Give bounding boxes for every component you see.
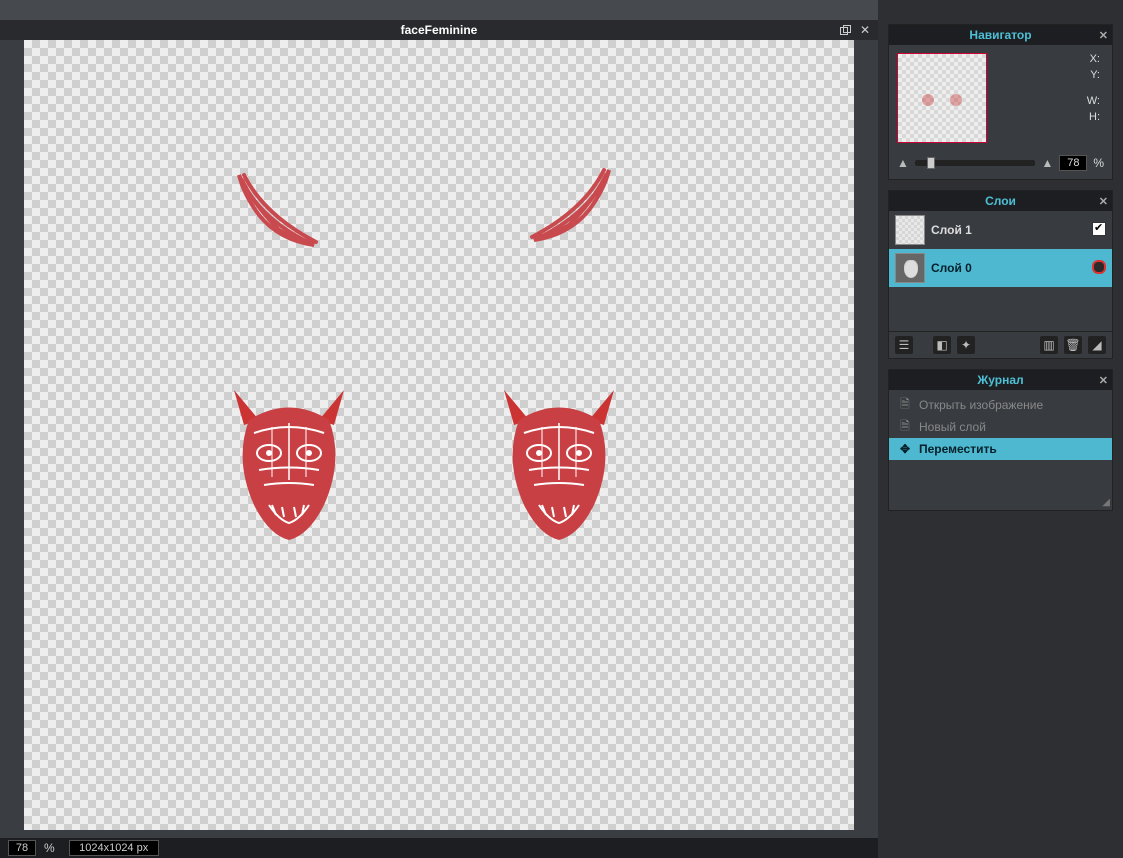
history-newlayer-icon: 🗎 bbox=[897, 420, 913, 434]
main-area: faceFeminine ✕ bbox=[0, 0, 878, 858]
navigator-zoom-value[interactable]: 78 bbox=[1059, 155, 1087, 171]
delete-layer-icon[interactable]: 🗑 bbox=[1064, 336, 1082, 354]
navigator-panel: Навигатор ✕ X: Y: W: H: ▲ ▲ 78 % bbox=[888, 24, 1113, 180]
zoom-in-icon[interactable]: ▲ bbox=[1041, 156, 1053, 170]
history-item-label: Переместить bbox=[919, 442, 997, 456]
document-titlebar: faceFeminine ✕ bbox=[0, 20, 878, 40]
artwork-mask-right bbox=[494, 385, 624, 545]
navigator-h-label: H: bbox=[993, 111, 1104, 123]
history-row[interactable]: ✥ Переместить bbox=[889, 438, 1112, 460]
history-row[interactable]: 🗎 Открыть изображение bbox=[889, 394, 1112, 416]
layer-thumbnail[interactable] bbox=[895, 253, 925, 283]
navigator-title: Навигатор bbox=[969, 28, 1031, 42]
layers-title: Слои bbox=[985, 194, 1016, 208]
history-item-label: Новый слой bbox=[919, 420, 986, 434]
layer-name-label: Слой 1 bbox=[931, 223, 1086, 237]
layer-visibility-toggle[interactable] bbox=[1092, 260, 1106, 277]
history-resize-grip-icon[interactable]: ◢ bbox=[1102, 497, 1110, 508]
history-move-icon: ✥ bbox=[897, 442, 913, 456]
navigator-info: X: Y: W: H: bbox=[993, 53, 1104, 143]
history-item-label: Открыть изображение bbox=[919, 398, 1043, 412]
layer-row[interactable]: Слой 1 bbox=[889, 211, 1112, 249]
layers-panel: Слои ✕ Слой 1 Слой 0 ☰ ◧ ✦ ▥ 🗑 ◢ bbox=[888, 190, 1113, 359]
layer-thumbnail[interactable] bbox=[895, 215, 925, 245]
layer-fx-icon[interactable]: ✦ bbox=[957, 336, 975, 354]
layer-name-label: Слой 0 bbox=[931, 261, 1086, 275]
navigator-close-icon[interactable]: ✕ bbox=[1099, 29, 1108, 42]
layer-row[interactable]: Слой 0 bbox=[889, 249, 1112, 287]
maximize-icon[interactable] bbox=[838, 23, 852, 37]
navigator-y-label: Y: bbox=[993, 69, 1104, 81]
history-close-icon[interactable]: ✕ bbox=[1099, 374, 1108, 387]
menu-bar-spacer bbox=[0, 0, 878, 20]
close-icon[interactable]: ✕ bbox=[858, 23, 872, 37]
history-title: Журнал bbox=[977, 373, 1023, 387]
history-open-icon: 🗎 bbox=[897, 398, 913, 412]
navigator-x-label: X: bbox=[993, 53, 1104, 65]
status-bar: 78 % 1024x1024 px bbox=[0, 838, 878, 858]
layer-visibility-toggle[interactable] bbox=[1092, 222, 1106, 239]
layers-resize-grip-icon[interactable]: ◢ bbox=[1088, 336, 1106, 354]
canvas-container bbox=[0, 40, 878, 838]
status-zoom-value[interactable]: 78 bbox=[8, 840, 36, 856]
status-dimensions: 1024x1024 px bbox=[69, 840, 159, 856]
navigator-thumbnail[interactable] bbox=[897, 53, 987, 143]
new-layer-icon[interactable]: ▥ bbox=[1040, 336, 1058, 354]
layer-mask-icon[interactable]: ◧ bbox=[933, 336, 951, 354]
navigator-zoom-slider[interactable] bbox=[915, 160, 1036, 166]
artwork-mask-left bbox=[224, 385, 354, 545]
artwork-horn-right bbox=[504, 155, 624, 255]
navigator-w-label: W: bbox=[993, 95, 1104, 107]
zoom-out-icon[interactable]: ▲ bbox=[897, 156, 909, 170]
document-title: faceFeminine bbox=[401, 23, 478, 37]
layer-settings-icon[interactable]: ☰ bbox=[895, 336, 913, 354]
history-row[interactable]: 🗎 Новый слой bbox=[889, 416, 1112, 438]
layers-list: Слой 1 Слой 0 bbox=[889, 211, 1112, 331]
canvas[interactable] bbox=[24, 40, 854, 830]
right-panels: Навигатор ✕ X: Y: W: H: ▲ ▲ 78 % Слои bbox=[878, 0, 1123, 858]
layers-close-icon[interactable]: ✕ bbox=[1099, 195, 1108, 208]
artwork-horn-left bbox=[224, 160, 344, 260]
history-panel: Журнал ✕ 🗎 Открыть изображение 🗎 Новый с… bbox=[888, 369, 1113, 511]
navigator-zoom-unit: % bbox=[1093, 156, 1104, 170]
layers-toolbar: ☰ ◧ ✦ ▥ 🗑 ◢ bbox=[889, 331, 1112, 358]
status-zoom-unit: % bbox=[44, 841, 55, 855]
history-list: 🗎 Открыть изображение 🗎 Новый слой ✥ Пер… bbox=[889, 390, 1112, 510]
